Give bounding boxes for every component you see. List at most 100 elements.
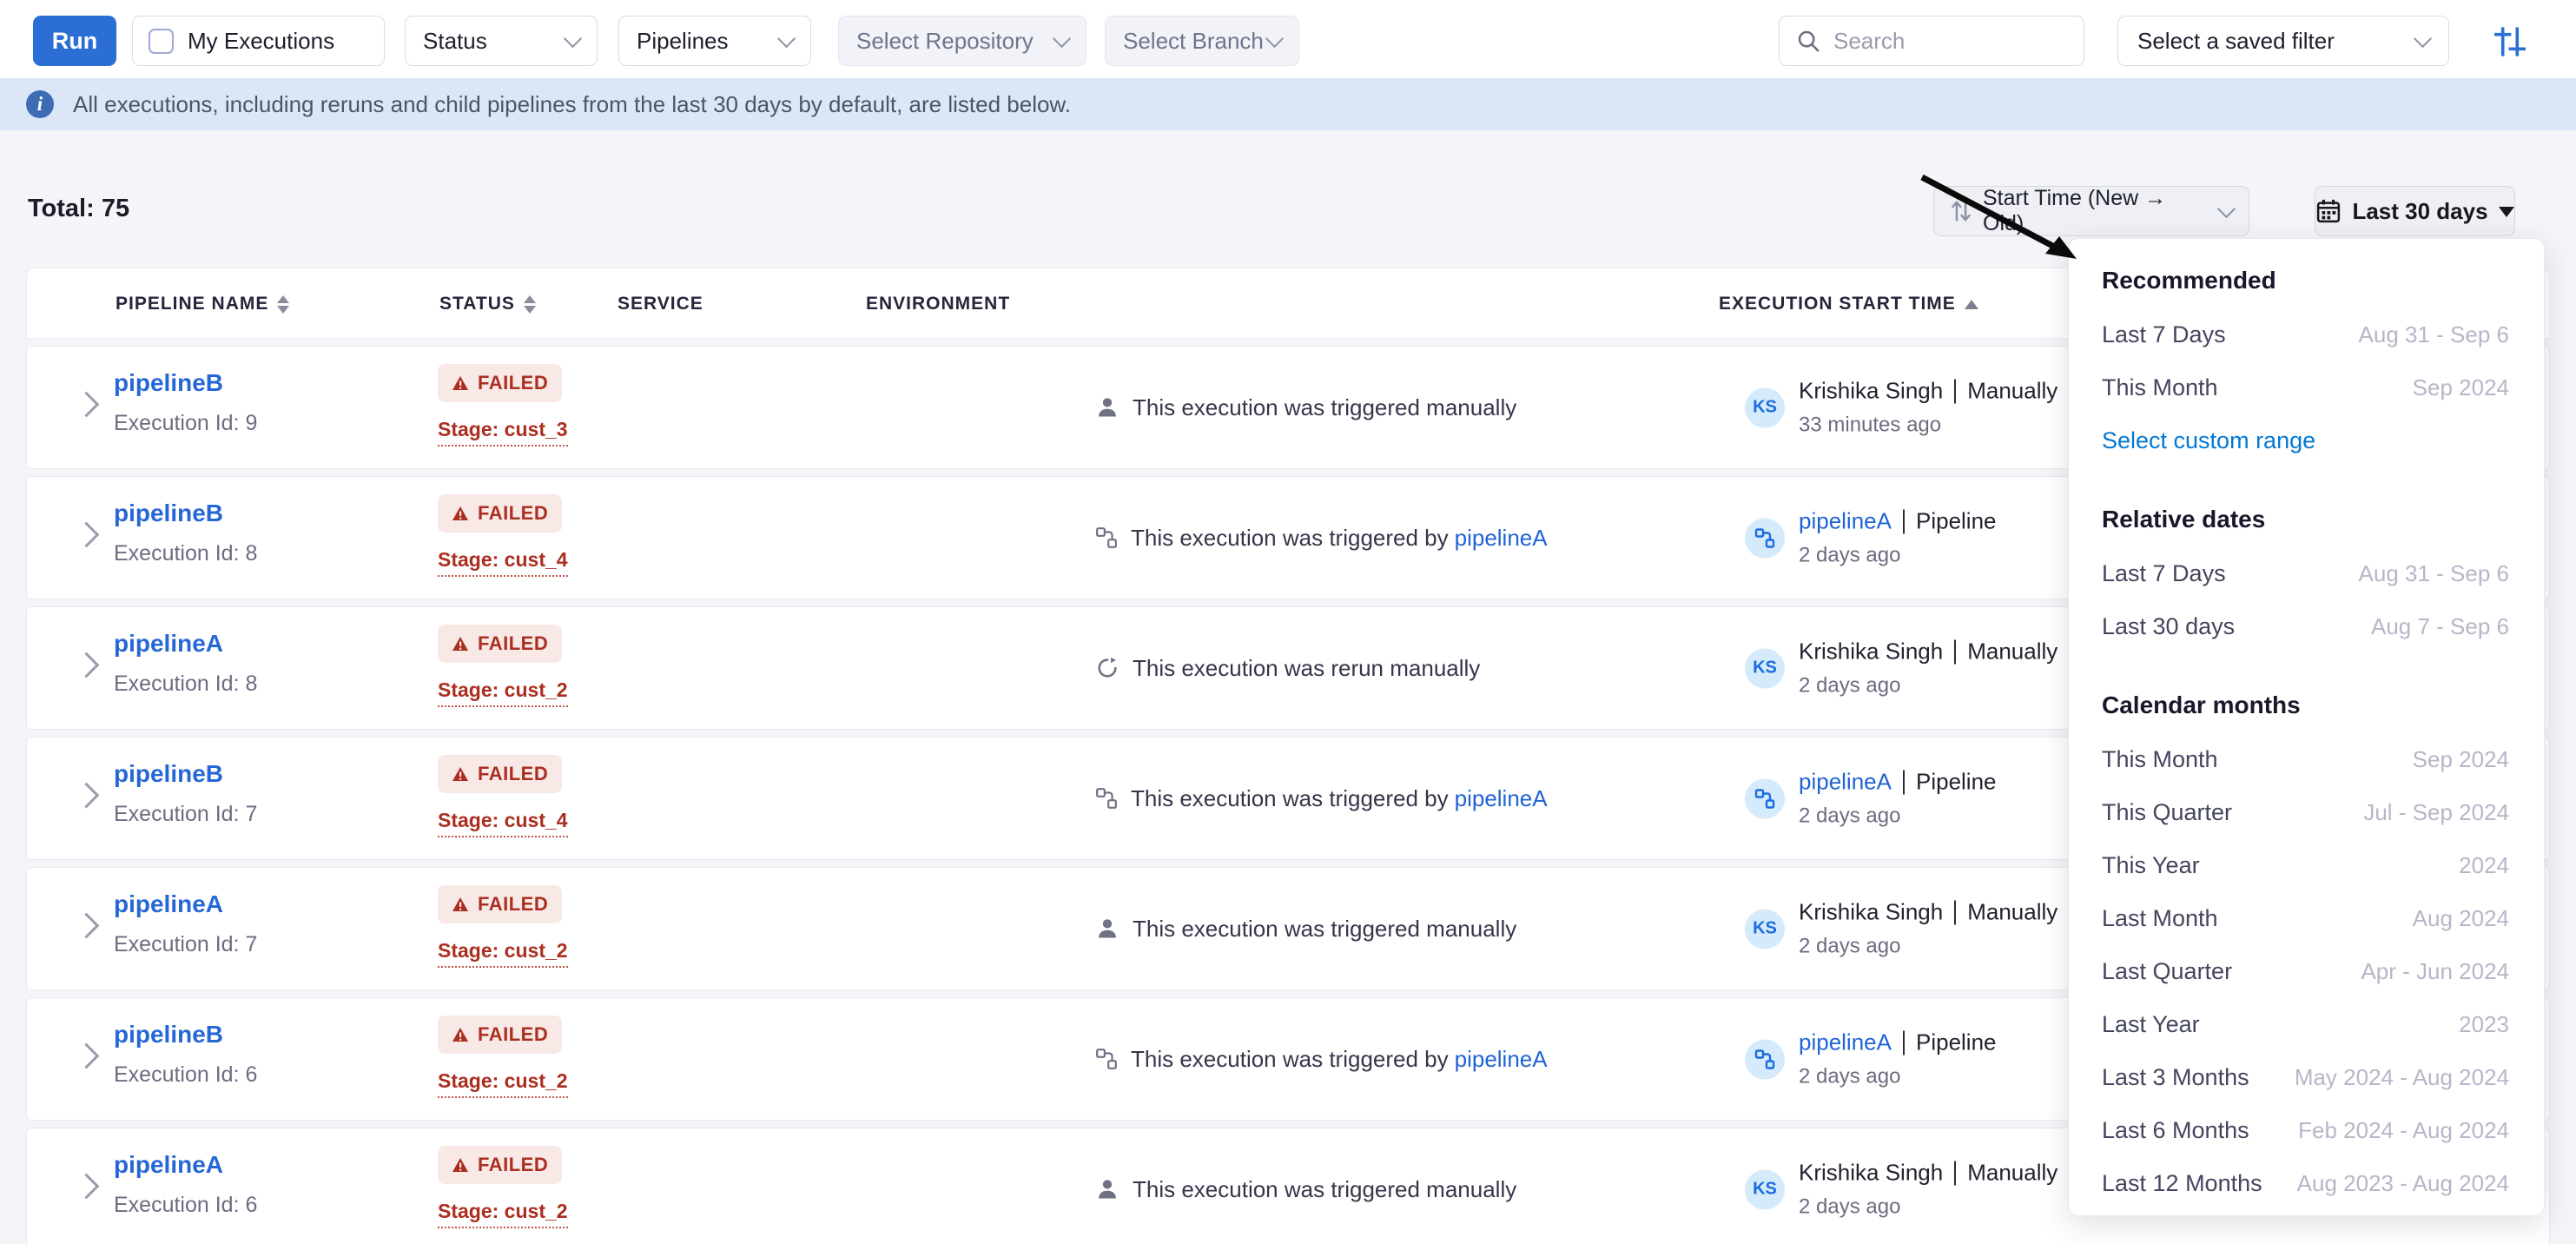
my-executions-toggle[interactable]: My Executions — [132, 16, 385, 66]
pipeline-name-link[interactable]: pipelineB — [114, 760, 257, 788]
warning-triangle-icon — [452, 897, 469, 912]
pipeline-name-link[interactable]: pipelineB — [114, 369, 257, 397]
search-input[interactable]: Search — [1779, 16, 2084, 66]
status-badge-label: FAILED — [478, 632, 548, 655]
separator-bar — [1954, 900, 1956, 924]
row-expand-chevron-icon[interactable] — [74, 783, 100, 809]
date-menu-item[interactable]: Last 7 Days Aug 31 - Sep 6 — [2102, 556, 2509, 591]
row-expand-chevron-icon[interactable] — [74, 522, 100, 548]
pipeline-name-cell: pipelineB Execution Id: 7 — [114, 760, 257, 827]
date-menu-item-label[interactable]: Last Year — [2102, 1011, 2200, 1038]
failed-stage-link[interactable]: Stage: cust_4 — [438, 548, 568, 577]
date-menu-item[interactable]: Select custom range — [2102, 423, 2509, 458]
trigger-pipeline-link[interactable]: pipelineA — [1455, 785, 1548, 812]
pipelines-filter-dropdown[interactable]: Pipelines — [618, 16, 811, 66]
date-menu-item-label[interactable]: Last 6 Months — [2102, 1117, 2249, 1144]
starter-name: Krishika Singh Manually — [1799, 899, 2057, 926]
sort-both-icon[interactable] — [524, 295, 536, 314]
separator-bar — [1903, 1030, 1905, 1055]
repository-filter-dropdown[interactable]: Select Repository — [838, 16, 1087, 66]
caret-down-icon — [2499, 207, 2514, 217]
status-badge: FAILED — [438, 755, 562, 793]
date-menu-item-label[interactable]: Last 3 Months — [2102, 1064, 2249, 1091]
date-menu-item[interactable]: This QuarterJul - Sep 2024 — [2102, 795, 2509, 830]
starter-primary[interactable]: pipelineA — [1799, 769, 1892, 796]
date-range-button[interactable]: Last 30 days — [2315, 186, 2515, 236]
row-expand-chevron-icon[interactable] — [74, 652, 100, 678]
date-menu-item-label[interactable]: Last Quarter — [2102, 958, 2232, 985]
date-menu-item[interactable]: Last 12 MonthsAug 2023 - Aug 2024 — [2102, 1166, 2509, 1201]
trigger-pipeline-link[interactable]: pipelineA — [1455, 525, 1548, 552]
failed-stage-link[interactable]: Stage: cust_2 — [438, 939, 568, 968]
failed-stage-link[interactable]: Stage: cust_4 — [438, 809, 568, 837]
date-menu-item-label[interactable]: Last 7 Days — [2102, 560, 2226, 587]
execution-start-cell: pipelineA Pipeline 2 days ago — [1745, 1029, 1997, 1089]
date-menu-item[interactable]: This MonthSep 2024 — [2102, 370, 2509, 405]
starter-primary[interactable]: pipelineA — [1799, 508, 1892, 535]
pipeline-name-link[interactable]: pipelineB — [114, 500, 257, 527]
starter-secondary: Manually — [1967, 639, 2057, 665]
starter-secondary: Pipeline — [1916, 1029, 1997, 1056]
date-menu-item[interactable]: Last 3 MonthsMay 2024 - Aug 2024 — [2102, 1060, 2509, 1095]
date-menu-item-label[interactable]: This Year — [2102, 852, 2200, 879]
date-menu-item[interactable]: This MonthSep 2024 — [2102, 742, 2509, 777]
failed-stage-link[interactable]: Stage: cust_2 — [438, 1200, 568, 1228]
sort-dropdown[interactable]: Start Time (New → Old) — [1933, 186, 2249, 236]
pipeline-name-link[interactable]: pipelineA — [114, 1151, 257, 1179]
date-menu-item-label[interactable]: Last 12 Months — [2102, 1170, 2262, 1197]
user-icon — [1095, 916, 1120, 941]
failed-stage-link[interactable]: Stage: cust_3 — [438, 418, 568, 447]
pipeline-name-link[interactable]: pipelineA — [114, 630, 257, 658]
starter-primary: Krishika Singh — [1799, 378, 1943, 405]
date-menu-item-label[interactable]: Last Month — [2102, 905, 2218, 932]
status-badge-label: FAILED — [478, 1154, 548, 1176]
date-menu-item-label[interactable]: This Month — [2102, 374, 2218, 401]
row-expand-chevron-icon[interactable] — [74, 1174, 100, 1200]
status-cell: FAILED Stage: cust_2 — [438, 1146, 568, 1228]
warning-triangle-icon — [452, 1027, 469, 1042]
date-menu-item[interactable]: Last 30 daysAug 7 - Sep 6 — [2102, 609, 2509, 644]
failed-stage-link[interactable]: Stage: cust_2 — [438, 1069, 568, 1098]
column-header-execution-start-time[interactable]: EXECUTION START TIME — [1719, 268, 1978, 340]
repository-filter-label: Select Repository — [856, 28, 1034, 55]
column-header-status[interactable]: STATUS — [439, 268, 536, 340]
sort-both-icon[interactable] — [277, 295, 289, 314]
date-menu-item[interactable]: Last QuarterApr - Jun 2024 — [2102, 954, 2509, 989]
custom-range-link[interactable]: Select custom range — [2102, 427, 2315, 454]
date-menu-item-label[interactable]: This Month — [2102, 746, 2218, 773]
sort-ascending-icon[interactable] — [1965, 300, 1978, 309]
pipeline-name-link[interactable]: pipelineB — [114, 1021, 257, 1049]
my-executions-checkbox[interactable] — [149, 29, 174, 54]
execution-start-time: 2 days ago — [1799, 804, 1997, 829]
failed-stage-link[interactable]: Stage: cust_2 — [438, 678, 568, 707]
date-menu-item[interactable]: This Year2024 — [2102, 848, 2509, 883]
run-button[interactable]: Run — [33, 16, 116, 66]
row-expand-chevron-icon[interactable] — [74, 913, 100, 939]
trigger-info: This execution was triggered manually — [1095, 1128, 1516, 1244]
date-menu-item-range: Aug 31 - Sep 6 — [2359, 560, 2509, 587]
date-menu-item[interactable]: Last Year2023 — [2102, 1007, 2509, 1042]
date-menu-item[interactable]: Last 7 DaysAug 31 - Sep 6 — [2102, 317, 2509, 352]
separator-bar — [1954, 1161, 1956, 1185]
trigger-pipeline-link[interactable]: pipelineA — [1455, 1046, 1548, 1073]
row-expand-chevron-icon[interactable] — [74, 1043, 100, 1069]
date-menu-item-label[interactable]: Last 30 days — [2102, 613, 2235, 640]
column-header-pipeline-name[interactable]: PIPELINE NAME — [116, 268, 289, 340]
starter-name: pipelineA Pipeline — [1799, 1029, 1997, 1056]
row-expand-chevron-icon[interactable] — [74, 392, 100, 418]
status-cell: FAILED Stage: cust_3 — [438, 364, 568, 447]
starter-primary: Krishika Singh — [1799, 899, 1943, 926]
pipeline-name-link[interactable]: pipelineA — [114, 890, 257, 918]
execution-start-cell: KS Krishika Singh Manually 33 minutes ag… — [1745, 378, 2057, 438]
date-menu-item[interactable]: Last MonthAug 2024 — [2102, 901, 2509, 936]
branch-filter-dropdown[interactable]: Select Branch — [1105, 16, 1299, 66]
trigger-info: This execution was triggered by pipeline… — [1095, 738, 1548, 859]
info-banner-text: All executions, including reruns and chi… — [73, 91, 1071, 118]
status-filter-dropdown[interactable]: Status — [405, 16, 598, 66]
starter-primary[interactable]: pipelineA — [1799, 1029, 1892, 1056]
date-menu-item[interactable]: Last 6 MonthsFeb 2024 - Aug 2024 — [2102, 1113, 2509, 1148]
filter-settings-icon[interactable] — [2491, 26, 2529, 57]
date-menu-item-label[interactable]: Last 7 Days — [2102, 321, 2226, 348]
saved-filter-dropdown[interactable]: Select a saved filter — [2117, 16, 2449, 66]
date-menu-item-label[interactable]: This Quarter — [2102, 799, 2232, 826]
